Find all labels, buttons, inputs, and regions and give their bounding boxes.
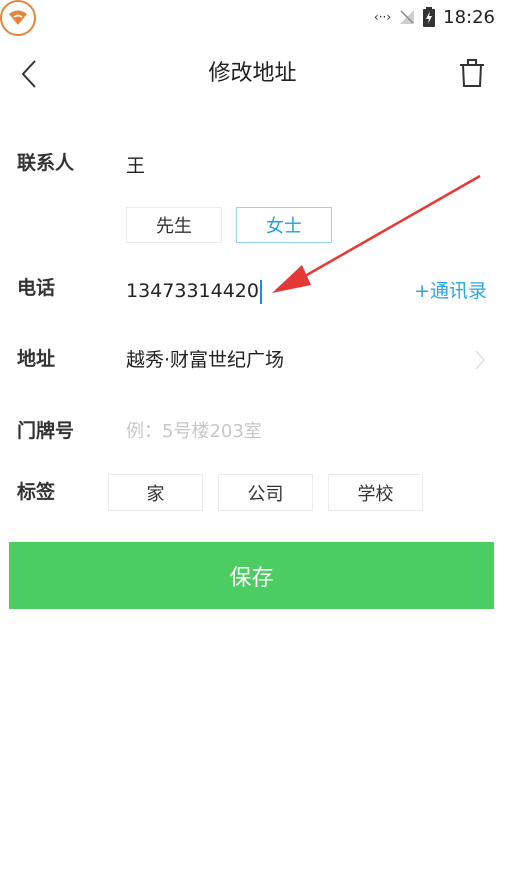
contact-name-input[interactable]: 王	[126, 150, 145, 182]
house-number-input[interactable]	[120, 414, 492, 448]
trash-icon	[460, 59, 484, 87]
app-notification-icon	[0, 0, 36, 36]
status-icons: ‹··› 18:26	[374, 6, 495, 28]
delete-address-button[interactable]	[456, 56, 488, 90]
text-cursor	[259, 279, 262, 304]
tag-school-chip[interactable]: 学校	[328, 474, 423, 511]
address-selector[interactable]: 越秀·财富世纪广场	[126, 344, 284, 376]
tag-home-chip[interactable]: 家	[108, 474, 203, 511]
status-bar: ‹··› 18:26	[0, 0, 505, 36]
house-number-label: 门牌号	[17, 420, 75, 442]
address-label: 地址	[17, 348, 56, 370]
phone-label: 电话	[17, 277, 56, 299]
contacts-link[interactable]: +通讯录	[414, 275, 487, 307]
contact-label: 联系人	[17, 152, 75, 174]
tag-company-chip[interactable]: 公司	[218, 474, 313, 511]
back-button[interactable]	[14, 58, 44, 90]
chevron-right-icon	[474, 346, 490, 374]
gender-mr-chip[interactable]: 先生	[126, 207, 222, 243]
phone-value: 13473314420	[126, 280, 259, 302]
page-title: 修改地址	[208, 61, 297, 86]
save-button[interactable]: 保存	[9, 542, 494, 609]
tag-label: 标签	[17, 481, 56, 503]
nfc-icon: ‹··›	[373, 10, 392, 24]
battery-charging-icon	[423, 7, 436, 27]
gender-ms-chip[interactable]: 女士	[236, 207, 332, 243]
chevron-left-icon	[21, 60, 36, 88]
status-time: 18:26	[443, 6, 495, 28]
phone-input[interactable]: 13473314420	[126, 275, 386, 307]
no-signal-icon	[399, 9, 415, 25]
